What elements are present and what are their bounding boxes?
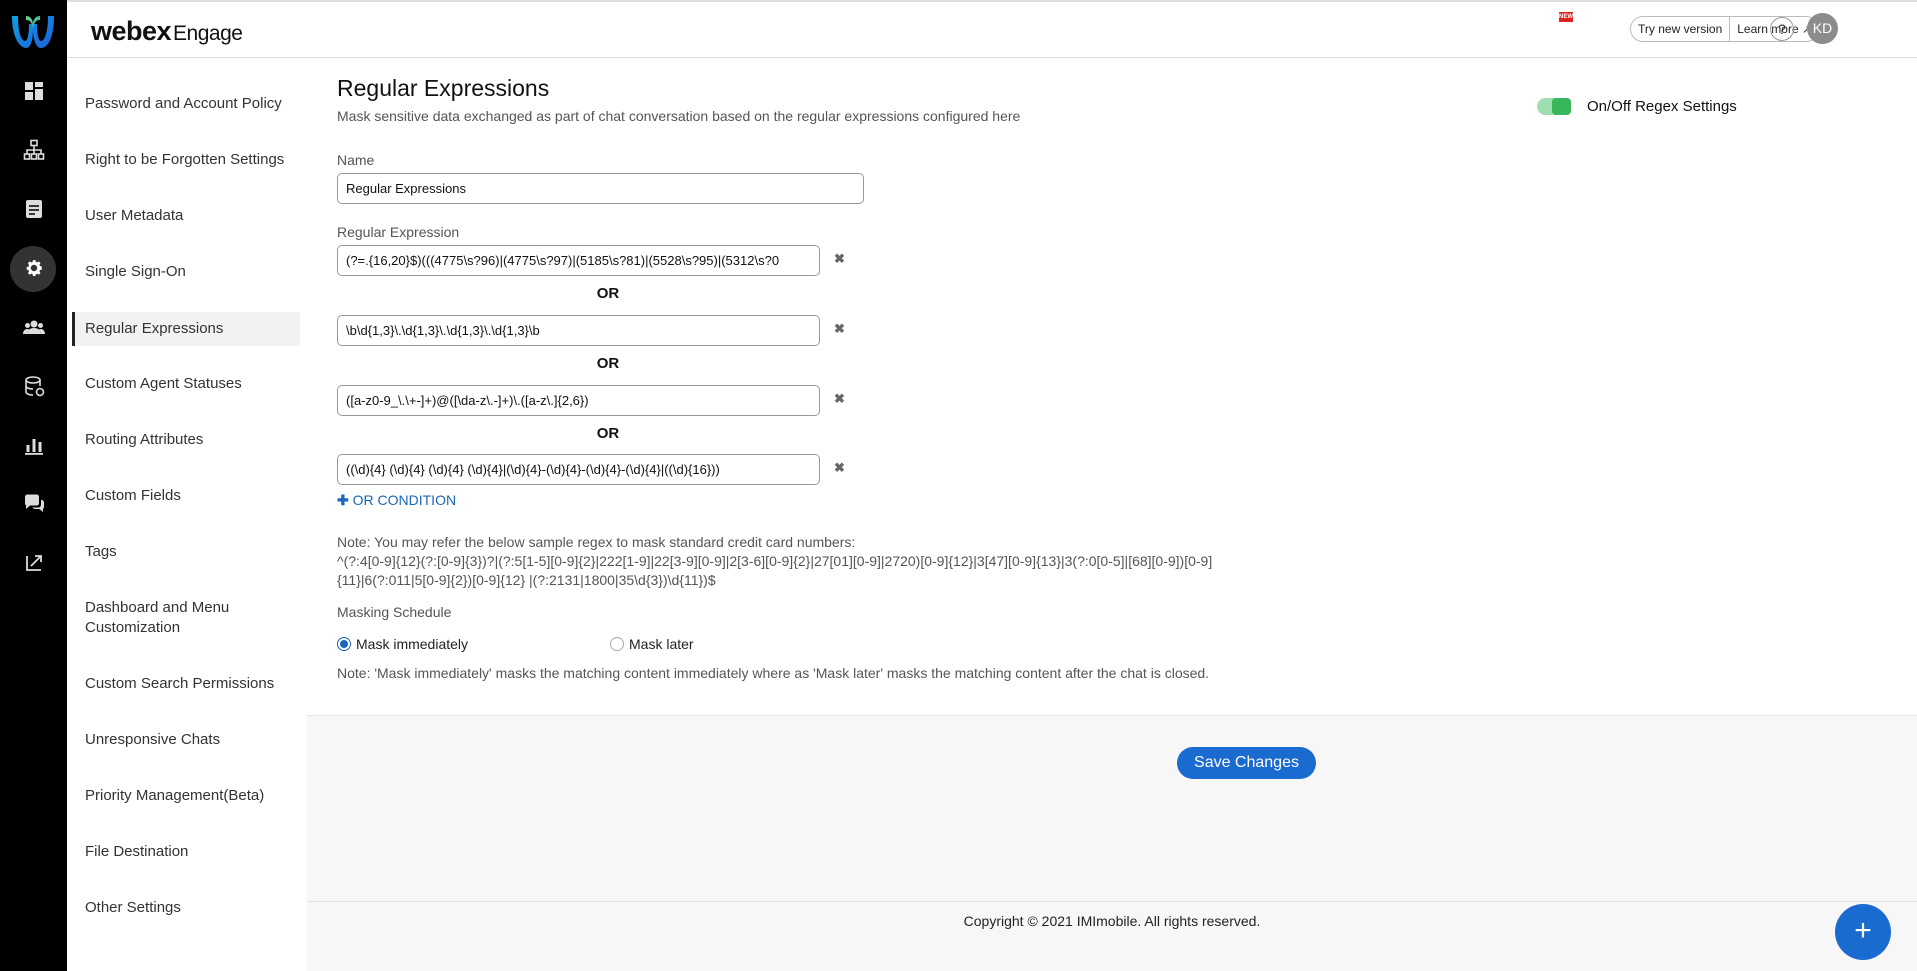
copyright-text: Copyright © 2021 IMImobile. All rights r…: [963, 913, 1261, 929]
mask-immediately-label: Mask immediately: [356, 636, 469, 652]
sample-regex-note: Note: You may refer the below sample reg…: [337, 534, 856, 550]
subnav-item-single-sign-on[interactable]: Single Sign-On: [72, 262, 300, 282]
remove-regex-3-icon[interactable]: ✖: [834, 391, 845, 407]
chat-icon[interactable]: [0, 482, 67, 526]
floating-add-button[interactable]: +: [1835, 904, 1891, 960]
try-new-version-button[interactable]: Try new version: [1631, 17, 1729, 41]
sample-regex-line-2: {11}|6(?:011|5[0-9]{2})[0-9]{12} |(?:213…: [337, 572, 716, 588]
masking-note: Note: 'Mask immediately' masks the match…: [337, 665, 1210, 681]
export-icon[interactable]: [0, 541, 67, 585]
avatar[interactable]: KD: [1807, 13, 1838, 44]
subnav-item-routing-attributes[interactable]: Routing Attributes: [72, 430, 300, 450]
app-rail: [0, 0, 67, 971]
org-chart-icon[interactable]: [0, 128, 67, 172]
new-badge: NEW: [1559, 12, 1573, 22]
plus-icon: ✚: [337, 492, 349, 508]
subnav-item-custom-search-permissions[interactable]: Custom Search Permissions: [72, 674, 300, 694]
help-button[interactable]: ?: [1770, 17, 1794, 41]
reports-icon[interactable]: [0, 423, 67, 467]
save-changes-button[interactable]: Save Changes: [1177, 747, 1316, 779]
radio-unselected-icon: [610, 637, 624, 651]
footer-divider: [307, 901, 1917, 902]
toggle-knob: [1552, 98, 1571, 115]
subnav-item-user-metadata[interactable]: User Metadata: [72, 206, 300, 226]
page-subtitle: Mask sensitive data exchanged as part of…: [337, 108, 1021, 124]
subnav-item-custom-agent-statuses[interactable]: Custom Agent Statuses: [72, 374, 300, 394]
remove-regex-1-icon[interactable]: ✖: [834, 251, 845, 267]
or-separator: OR: [596, 425, 620, 442]
regex-input-4[interactable]: ((\d){4} (\d){4} (\d){4} (\d){4}|(\d){4}…: [337, 454, 820, 485]
webex-logo-icon[interactable]: [8, 8, 58, 52]
subnav-item-other-settings[interactable]: Other Settings: [72, 898, 300, 918]
regex-input-3[interactable]: ([a-z0-9_\.\+-]+)@([\da-z\.-]+)\.([a-z\.…: [337, 385, 820, 416]
add-or-condition-label: OR CONDITION: [352, 492, 457, 508]
dashboard-icon[interactable]: [0, 69, 67, 113]
settings-icon[interactable]: [0, 246, 67, 292]
subnav-item-file-destination[interactable]: File Destination: [72, 842, 300, 862]
main-content: Regular Expressions Mask sensitive data …: [307, 58, 1917, 971]
brand-logo[interactable]: webexEngage: [91, 16, 243, 47]
masking-schedule-label: Masking Schedule: [337, 604, 452, 620]
brand-name: webex: [91, 16, 172, 46]
or-separator: OR: [596, 285, 620, 302]
document-icon[interactable]: [0, 187, 67, 231]
or-separator: OR: [596, 355, 620, 372]
subnav-item-priority-management[interactable]: Priority Management(Beta): [72, 786, 300, 806]
subnav-item-password-policy[interactable]: Password and Account Policy: [72, 94, 300, 114]
name-label: Name: [337, 152, 375, 168]
regex-input-1[interactable]: (?=.{16,20}$)(((4775\s?96)|(4775\s?97)|(…: [337, 245, 820, 276]
toggle-label: On/Off Regex Settings: [1587, 98, 1737, 115]
sample-regex-line-1: ^(?:4[0-9]{12}(?:[0-9]{3})?|(?:5[1-5][0-…: [337, 553, 1213, 569]
subnav-item-right-to-be-forgotten[interactable]: Right to be Forgotten Settings: [72, 150, 300, 170]
name-field[interactable]: Regular Expressions: [337, 173, 864, 204]
users-icon[interactable]: [0, 305, 67, 349]
radio-selected-icon: [337, 637, 351, 651]
regex-settings-panel: Regular Expressions Mask sensitive data …: [307, 58, 1917, 716]
subnav-item-custom-fields[interactable]: Custom Fields: [72, 486, 300, 506]
subnav-item-unresponsive-chats[interactable]: Unresponsive Chats: [72, 730, 300, 750]
mask-immediately-radio[interactable]: Mask immediately: [337, 636, 468, 652]
add-or-condition-button[interactable]: ✚ OR CONDITION: [337, 492, 456, 509]
subnav-item-regular-expressions[interactable]: Regular Expressions: [72, 312, 300, 346]
subnav-item-dashboard-menu-customization[interactable]: Dashboard and Menu Customization: [72, 598, 272, 638]
remove-regex-2-icon[interactable]: ✖: [834, 321, 845, 337]
database-icon[interactable]: [0, 364, 67, 408]
page-title: Regular Expressions: [337, 75, 550, 101]
regex-label: Regular Expression: [337, 224, 460, 240]
subnav-item-tags[interactable]: Tags: [72, 542, 300, 562]
mask-later-radio[interactable]: Mask later: [610, 636, 694, 652]
regex-settings-toggle[interactable]: [1537, 98, 1571, 115]
regex-input-2[interactable]: \b\d{1,3}\.\d{1,3}\.\d{1,3}\.\d{1,3}\b: [337, 315, 820, 346]
brand-product: Engage: [173, 22, 243, 45]
remove-regex-4-icon[interactable]: ✖: [834, 460, 845, 476]
mask-later-label: Mask later: [629, 636, 694, 652]
settings-subnav: Password and Account Policy Right to be …: [67, 58, 307, 971]
